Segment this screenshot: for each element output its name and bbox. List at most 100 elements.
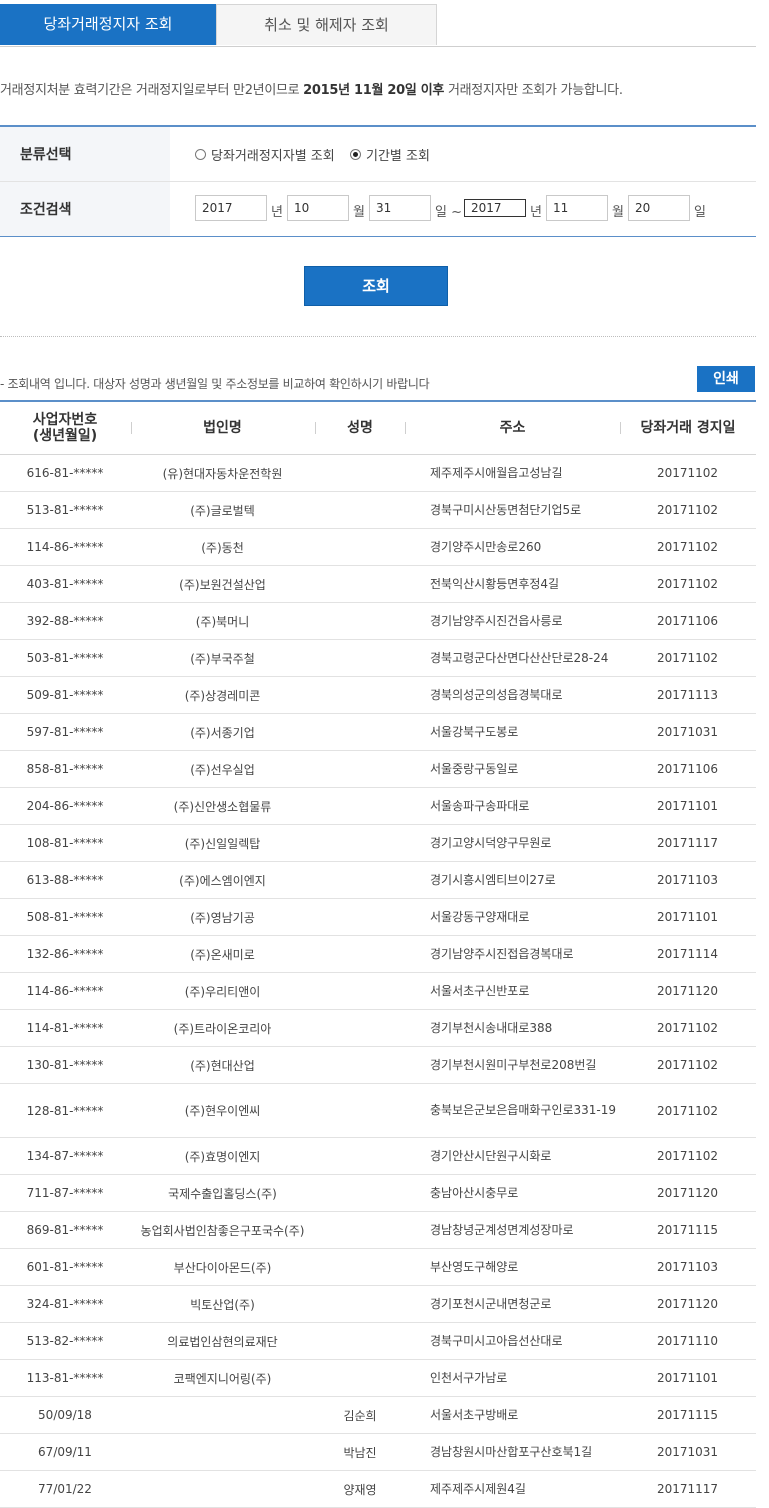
radio-person-icon[interactable] <box>195 149 206 160</box>
to-day-unit: 일 <box>694 205 706 220</box>
row-business-number: 130-81-***** <box>26 1058 104 1072</box>
row-person-name <box>315 1047 405 1083</box>
row-corporation-name: (주)현우이엔씨 <box>184 1104 261 1118</box>
from-month-input[interactable]: 10 <box>287 195 349 221</box>
row-suspension-date: 20171031 <box>656 1445 719 1459</box>
search-button[interactable]: 조회 <box>304 266 448 306</box>
result-note: - 조회내역 입니다. 대상자 성명과 생년월일 및 주소정보를 비교하여 확인… <box>0 377 430 391</box>
radio-period-label: 기간별 조회 <box>366 149 430 164</box>
notice-post: 거래정지자만 조회가 가능합니다. <box>444 83 623 98</box>
radio-period-search[interactable]: 기간별 조회 <box>350 145 430 164</box>
radio-person-search[interactable]: 당좌거래정지자별 조회 <box>195 145 335 164</box>
from-month-unit: 월 <box>353 205 365 220</box>
row-person-name: 김순희 <box>343 1408 377 1423</box>
row-corporation-name: (주)글로벌텍 <box>190 503 255 518</box>
row-person-name <box>315 529 405 565</box>
row-suspension-date: 20171115 <box>656 1223 719 1237</box>
category-row: 분류선택 당좌거래정지자별 조회 기간별 조회 <box>0 127 756 181</box>
row-corporation-name: (주)부국주철 <box>190 651 255 666</box>
table-row: 616-81-***** (유)현대자동차운전학원 제주제주시애월읍고성남길 2017… <box>0 455 756 492</box>
row-person-name <box>315 455 405 491</box>
row-business-number: 77/01/22 <box>38 1482 92 1496</box>
row-business-number: 613-88-***** <box>26 873 104 887</box>
row-person-name <box>315 1084 405 1137</box>
table-row: 508-81-***** (주)영남기공 서울강동구양재대로 20171101 <box>0 899 756 936</box>
row-suspension-date: 20171102 <box>656 1021 719 1035</box>
row-person-name <box>315 1360 405 1396</box>
condition-label: 조건검색 <box>20 202 72 218</box>
table-row: 114-86-***** (주)우리티앤이 서울서초구신반포로 20171120 <box>0 973 756 1010</box>
row-corporation-name: (주)현대산업 <box>190 1058 255 1073</box>
row-corporation-name: 농업회사법인참좋은구포국수(주) <box>140 1223 305 1238</box>
row-address: 경북의성군의성읍경북대로 <box>430 687 563 702</box>
row-suspension-date: 20171102 <box>656 1103 719 1118</box>
row-suspension-date: 20171102 <box>656 1058 719 1072</box>
row-person-name <box>315 862 405 898</box>
table-body: 616-81-***** (유)현대자동차운전학원 제주제주시애월읍고성남길 2017… <box>0 455 756 1508</box>
row-person-name <box>315 677 405 713</box>
tab-suspended-search[interactable]: 당좌거래정지자 조회 <box>0 4 216 45</box>
row-business-number: 50/09/18 <box>38 1408 92 1422</box>
notice-text: 거래정지처분 효력기간은 거래정지일로부터 만2년이므로 2015년 11월 2… <box>0 79 623 98</box>
row-corporation-name: (주)에스엠이엔지 <box>179 873 266 888</box>
header-suspension-date: 당좌거래 경지일 <box>640 420 736 436</box>
table-row: 513-82-***** 의료법인삼현의료재단 경북구미시고아읍선산대로 201711… <box>0 1323 756 1360</box>
table-row: 113-81-***** 코팩엔지니어링(주) 인천서구가남로 20171101 <box>0 1360 756 1397</box>
row-business-number: 114-81-***** <box>26 1021 104 1035</box>
row-corporation-name: 국제수출입홀딩스(주) <box>168 1186 277 1201</box>
row-business-number: 601-81-***** <box>26 1260 104 1274</box>
row-address: 전북익산시황등면후정4길 <box>430 576 560 591</box>
row-suspension-date: 20171115 <box>656 1408 719 1422</box>
row-business-number: 503-81-***** <box>26 651 104 665</box>
row-address: 충남아산시충무로 <box>430 1185 519 1200</box>
row-corporation-name: (주)신일일렉탑 <box>184 836 261 851</box>
row-suspension-date: 20171102 <box>656 503 719 517</box>
header-corporation: 법인명 <box>203 420 242 436</box>
from-year-input[interactable]: 2017 <box>195 195 267 221</box>
row-business-number: 204-86-***** <box>26 799 104 813</box>
row-corporation-name: (주)우리티앤이 <box>184 984 261 999</box>
dotted-divider <box>0 336 756 337</box>
row-business-number: 132-86-***** <box>26 947 104 961</box>
row-person-name <box>315 751 405 787</box>
radio-period-icon[interactable] <box>350 149 361 160</box>
row-corporation-name: (주)상경레미콘 <box>184 688 261 703</box>
row-business-number: 403-81-***** <box>26 577 104 591</box>
row-corporation-name: (주)신안생소협물류 <box>173 799 272 814</box>
table-row: 50/09/18 김순희 서울서초구방배로 20171115 <box>0 1397 756 1434</box>
row-address: 부산영도구해양로 <box>430 1259 519 1274</box>
table-row: 204-86-***** (주)신안생소협물류 서울송파구송파대로 20171101 <box>0 788 756 825</box>
row-suspension-date: 20171120 <box>656 1297 719 1311</box>
row-address: 서울서초구신반포로 <box>430 983 530 998</box>
row-person-name <box>315 1212 405 1248</box>
table-row: 513-81-***** (주)글로벌텍 경북구미시산동면첨단기업5로 2017110… <box>0 492 756 529</box>
row-corporation-name <box>130 1397 315 1433</box>
table-row: 324-81-***** 빅토산업(주) 경기포천시군내면청군로 20171120 <box>0 1286 756 1323</box>
table-row: 130-81-***** (주)현대산업 경기부천시원미구부천로208번길 20171… <box>0 1047 756 1084</box>
row-corporation-name <box>130 1434 315 1470</box>
row-corporation-name: 의료법인삼현의료재단 <box>167 1334 278 1349</box>
from-day-input[interactable]: 31 <box>369 195 431 221</box>
to-month-unit: 월 <box>612 205 624 220</box>
to-year-input[interactable]: 2017 <box>464 199 526 217</box>
row-corporation-name: 부산다이아몬드(주) <box>173 1260 272 1275</box>
table-row: 134-87-***** (주)효명이엔지 경기안산시단원구시화로 20171102 <box>0 1138 756 1175</box>
row-corporation-name: (주)보원건설산업 <box>179 577 266 592</box>
row-person-name <box>315 936 405 972</box>
print-button[interactable]: 인쇄 <box>697 366 755 392</box>
range-separator: 일 ~ <box>435 205 462 220</box>
to-day-input[interactable]: 20 <box>628 195 690 221</box>
row-person-name <box>315 1286 405 1322</box>
row-suspension-date: 20171102 <box>656 577 719 591</box>
row-person-name <box>315 566 405 602</box>
header-business-number: 사업자번호 (생년월일) <box>32 412 98 444</box>
row-address: 경남창녕군계성면계성장마로 <box>430 1222 574 1237</box>
row-address: 경북고령군다산면다산산단로28-24 <box>430 650 609 665</box>
row-person-name <box>315 714 405 750</box>
row-suspension-date: 20171102 <box>656 466 719 480</box>
row-business-number: 869-81-***** <box>26 1223 104 1237</box>
header-address: 주소 <box>499 420 526 436</box>
tab-cancelled-search[interactable]: 취소 및 해제자 조회 <box>216 4 437 45</box>
row-suspension-date: 20171114 <box>656 947 719 961</box>
to-month-input[interactable]: 11 <box>546 195 608 221</box>
